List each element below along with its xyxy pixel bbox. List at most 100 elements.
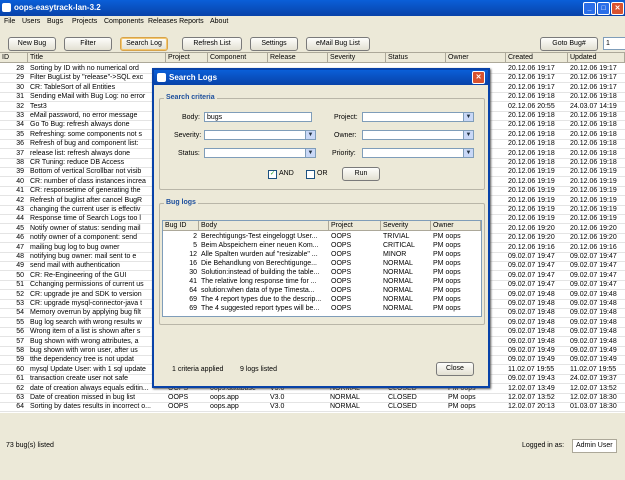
log-col-body[interactable]: Body — [199, 221, 329, 231]
bug-count: 73 bug(s) listed — [6, 442, 54, 449]
refresh-list-button[interactable]: Refresh List — [182, 37, 242, 51]
log-cell: NORMAL — [383, 305, 413, 312]
log-col-bug-id[interactable]: Bug ID — [163, 221, 199, 231]
table-cell: Sorting by ID with no numerical ord — [30, 65, 139, 72]
menu-projects[interactable]: Projects — [72, 18, 97, 25]
project-select[interactable]: ▼ — [362, 112, 474, 122]
dialog-close-icon[interactable]: ✕ — [472, 71, 485, 84]
col-header-id[interactable]: ID — [0, 53, 28, 63]
priority-select[interactable]: ▼ — [362, 148, 474, 158]
email-bug-list-button[interactable]: eMail Bug List — [306, 37, 370, 51]
severity-select[interactable]: ▼ — [204, 130, 316, 140]
log-row[interactable]: 69 The 4 suggested report types will be..… — [163, 304, 481, 313]
menu-about[interactable]: About — [210, 18, 228, 25]
settings-button[interactable]: Settings — [250, 37, 298, 51]
col-header-created[interactable]: Created — [506, 53, 568, 63]
menu-users[interactable]: Users — [22, 18, 40, 25]
log-cell: PM oops — [433, 269, 461, 276]
log-cell: PM oops — [433, 296, 461, 303]
log-row[interactable]: 16 Die Behandlung von Berechtigunge... OOP… — [163, 259, 481, 268]
and-checkbox[interactable]: ✓ — [268, 170, 277, 179]
table-cell: NORMAL — [330, 403, 360, 411]
table-cell: 62 — [16, 384, 24, 392]
col-header-release[interactable]: Release — [268, 53, 328, 63]
table-cell: Memory overrun by applying bug filt — [30, 309, 141, 317]
chevron-down-icon: ▼ — [305, 149, 315, 157]
table-cell: V3.0 — [270, 403, 285, 411]
run-button[interactable]: Run — [342, 167, 380, 181]
minimize-button[interactable]: _ — [583, 2, 596, 15]
col-header-project[interactable]: Project — [166, 53, 208, 63]
col-header-owner[interactable]: Owner — [446, 53, 506, 63]
log-cell: NORMAL — [383, 287, 413, 294]
log-row[interactable]: 30 Solution:instead of building the table… — [163, 268, 481, 277]
table-cell: 02.12.06 20:55 — [508, 102, 555, 110]
log-row[interactable]: 5 Beim Abspeichern einer neuen Kom... OOPS… — [163, 241, 481, 250]
log-cell: 30 — [189, 269, 197, 276]
table-cell: 20.12.06 19:18 — [508, 130, 555, 138]
maximize-button[interactable]: □ — [597, 2, 610, 15]
status-select[interactable]: ▼ — [204, 148, 316, 158]
log-col-project[interactable]: Project — [329, 221, 381, 231]
or-checkbox[interactable] — [306, 170, 315, 179]
dialog-titlebar[interactable]: Search Logs ✕ — [154, 70, 488, 85]
owner-select[interactable]: ▼ — [362, 130, 474, 140]
log-col-severity[interactable]: Severity — [381, 221, 431, 231]
close-button[interactable]: Close — [436, 362, 474, 376]
body-input[interactable]: bugs — [204, 112, 312, 122]
log-row[interactable]: 41 The relative long response time for ..… — [163, 277, 481, 286]
table-cell: 09.02.07 19:47 — [570, 271, 617, 279]
table-row[interactable]: 64 Sorting by dates results in incorrect … — [0, 402, 625, 413]
log-cell: The 4 report types due to the descrip... — [201, 296, 322, 303]
log-row[interactable]: 2 Berechtigungs-Test eingeloggt User... OO… — [163, 232, 481, 241]
table-cell: 33 — [16, 112, 24, 119]
search-log-button[interactable]: Search Log — [120, 37, 168, 51]
log-row[interactable]: 64 solution:when data of type Timesta... O… — [163, 286, 481, 295]
table-cell: 20.12.06 19:17 — [570, 65, 617, 72]
col-header-severity[interactable]: Severity — [328, 53, 386, 63]
table-cell: Date of creation missed in bug list — [30, 394, 136, 401]
menu-file[interactable]: File — [4, 18, 15, 25]
log-col-owner[interactable]: Owner — [431, 221, 481, 231]
window-title: oops-easytrack-lan-3.2 — [14, 3, 101, 12]
goto-bug-input[interactable]: 1 — [603, 37, 625, 50]
table-cell: 09.02.07 19:49 — [508, 347, 555, 354]
table-cell: Wrong item of a list is shown after s — [30, 328, 141, 336]
table-cell: 20.12.06 19:18 — [508, 121, 555, 129]
table-cell: 20.12.06 19:17 — [570, 83, 617, 91]
filter-button[interactable]: Filter — [64, 37, 112, 51]
col-header-title[interactable]: Title — [28, 53, 166, 63]
table-cell: 09.02.07 19:47 — [570, 281, 617, 289]
table-cell: 12.02.07 13:52 — [508, 394, 555, 401]
log-cell: 12 — [189, 251, 197, 258]
log-cell: 2 — [193, 233, 197, 240]
col-header-component[interactable]: Component — [208, 53, 268, 63]
table-cell: bug shown with wron user, after us — [30, 347, 138, 354]
table-cell: send mail with authentication — [30, 262, 120, 270]
log-row[interactable]: 69 The 4 report types due to the descrip.… — [163, 295, 481, 304]
table-cell: 09.02.07 19:48 — [570, 309, 617, 317]
log-cell: OOPS — [331, 260, 352, 267]
log-cell: 16 — [189, 260, 197, 267]
goto-bug-button[interactable]: Goto Bug# — [540, 37, 598, 51]
table-cell: 09.02.07 19:47 — [508, 271, 555, 279]
table-cell: 20.12.06 19:19 — [508, 177, 555, 185]
bug-logs-legend: Bug logs — [164, 199, 198, 206]
window-titlebar[interactable]: oops-easytrack-lan-3.2 _ □ ✕ — [0, 0, 625, 16]
col-header-status[interactable]: Status — [386, 53, 446, 63]
menu-bugs[interactable]: Bugs — [47, 18, 63, 25]
table-cell: V3.0 — [270, 394, 285, 401]
close-button[interactable]: ✕ — [611, 2, 624, 15]
new-bug-button[interactable]: New Bug — [8, 37, 56, 51]
menu-components[interactable]: Components — [104, 18, 144, 25]
col-header-updated[interactable]: Updated — [568, 53, 625, 63]
table-cell: date of creation always equals editin... — [30, 384, 149, 392]
table-cell: 20.12.06 19:18 — [508, 159, 555, 166]
log-row[interactable]: 12 Alle Spalten wurden auf "resizable" ..… — [163, 250, 481, 259]
bug-logs-table[interactable]: Bug ID Body Project Severity Owner 2 Bere… — [162, 220, 482, 317]
table-cell: 45 — [16, 224, 24, 232]
table-cell: 09.02.07 19:47 — [570, 253, 617, 260]
table-cell: 36 — [16, 140, 24, 148]
menu-releases-reports[interactable]: Releases Reports — [148, 18, 204, 25]
table-cell: 20.12.06 19:19 — [508, 215, 555, 223]
